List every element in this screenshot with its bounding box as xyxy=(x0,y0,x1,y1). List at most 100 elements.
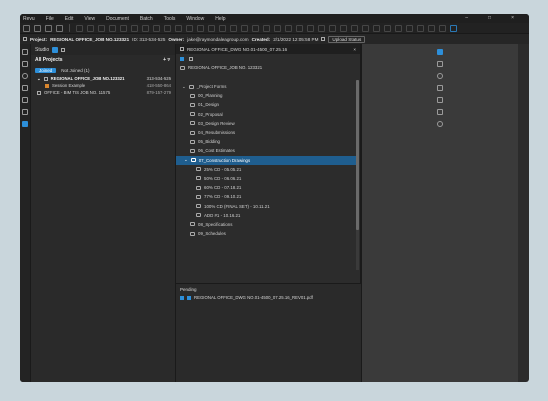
search-icon[interactable] xyxy=(321,37,326,41)
pending-file[interactable]: REGIONAL OFFICE_DWG NO.01-4500_07.25.16_… xyxy=(176,295,361,300)
settings-icon[interactable] xyxy=(22,73,28,79)
close-tab-icon[interactable]: × xyxy=(353,47,356,52)
overlay-icon[interactable] xyxy=(307,24,314,32)
split-icon[interactable] xyxy=(417,24,424,32)
layers-panel-icon[interactable] xyxy=(437,85,443,91)
project-row[interactable]: OFFICE - BIM TIS JOB NO. 11575 879-157-2… xyxy=(31,89,175,96)
tree-folder[interactable]: 08_Specifications xyxy=(176,220,356,229)
studio-sync-icon[interactable] xyxy=(450,24,457,32)
measurements-icon[interactable] xyxy=(437,97,443,103)
project-row[interactable]: ⌄ REGIONAL OFFICE_JOB NO.123321 313-534-… xyxy=(31,75,175,82)
scrollbar-thumb[interactable] xyxy=(356,80,359,230)
menu-revu[interactable]: Revu xyxy=(23,16,35,22)
menu-batch[interactable]: Batch xyxy=(140,16,153,22)
new-document-icon[interactable] xyxy=(23,24,30,32)
tree-folder[interactable]: 04_Resubmissions xyxy=(176,128,356,137)
tree-folder[interactable]: 25% CD - 05.05.21 xyxy=(176,165,356,174)
tool-chest-icon[interactable] xyxy=(22,97,28,103)
stamp-icon[interactable] xyxy=(230,24,237,32)
expand-chevron-icon[interactable]: ⌄ xyxy=(182,84,186,90)
snapshot-icon[interactable] xyxy=(131,24,138,32)
list-view-icon[interactable] xyxy=(189,56,193,61)
eraser-icon[interactable] xyxy=(274,24,281,32)
studio-gear-icon[interactable] xyxy=(437,49,443,55)
sign-icon[interactable] xyxy=(340,24,347,32)
file-access-icon[interactable] xyxy=(22,85,28,91)
tree-folder[interactable]: 60% CD - 07.18.21 xyxy=(176,183,356,192)
flatten-icon[interactable] xyxy=(351,24,358,32)
menu-help[interactable]: Help xyxy=(215,16,225,22)
tab-joined[interactable]: Joined xyxy=(35,67,57,73)
doc-tab[interactable]: REGIONAL OFFICE_DWG NO.01-4500_07.25.16 … xyxy=(176,44,360,54)
studio-sessions-icon[interactable] xyxy=(61,47,66,52)
search-panel-icon[interactable] xyxy=(437,121,443,127)
undo-icon[interactable] xyxy=(76,24,83,32)
markups-list-icon[interactable] xyxy=(437,61,443,67)
text-icon[interactable] xyxy=(142,24,149,32)
tree-folder[interactable]: 06_Cost Estimates xyxy=(176,146,356,155)
combine-icon[interactable] xyxy=(428,24,435,32)
tree-folder[interactable]: 100% CD (FINAL SET) - 10.11.21 xyxy=(176,201,356,210)
callout-icon[interactable] xyxy=(219,24,226,32)
cloud-icon[interactable] xyxy=(208,24,215,32)
tree-folder[interactable]: 05_Bidding xyxy=(176,137,356,146)
ocr-icon[interactable] xyxy=(362,24,369,32)
minimize-button[interactable]: – xyxy=(465,15,468,21)
measure-icon[interactable] xyxy=(241,24,248,32)
menu-edit[interactable]: Edit xyxy=(65,16,74,22)
bookmarks-icon[interactable] xyxy=(22,61,28,67)
tree-scrollbar[interactable] xyxy=(356,80,359,270)
user-icon[interactable] xyxy=(437,73,443,79)
properties-icon[interactable] xyxy=(22,109,28,115)
crop-icon[interactable] xyxy=(373,24,380,32)
upload-icon[interactable] xyxy=(180,295,184,300)
bookmark-icon[interactable] xyxy=(439,24,446,32)
menu-document[interactable]: Document xyxy=(106,16,129,22)
pen-icon[interactable] xyxy=(164,24,171,32)
select-icon[interactable] xyxy=(98,24,105,32)
expand-chevron-icon[interactable]: ⌄ xyxy=(37,76,41,82)
line-icon[interactable] xyxy=(175,24,182,32)
zoom-icon[interactable] xyxy=(120,24,127,32)
redo-icon[interactable] xyxy=(87,24,94,32)
print-icon[interactable] xyxy=(56,24,63,32)
tree-folder[interactable]: 50% CD - 06.06.21 xyxy=(176,174,356,183)
add-filter-icons[interactable]: + ▿ xyxy=(163,57,170,63)
project-row[interactable]: Session Example 418-550-864 xyxy=(31,82,175,89)
compare-icon[interactable] xyxy=(296,24,303,32)
ellipse-icon[interactable] xyxy=(197,24,204,32)
tree-folder[interactable]: 77% CD - 09.10.21 xyxy=(176,192,356,201)
insert-icon[interactable] xyxy=(395,24,402,32)
studio-panel-icon[interactable] xyxy=(22,121,28,127)
links-icon[interactable] xyxy=(437,109,443,115)
folder-view-icon[interactable] xyxy=(180,56,184,61)
tree-folder[interactable]: 02_Proposal xyxy=(176,110,356,119)
tree-folder[interactable]: ADD #1 - 10.16.21 xyxy=(176,211,356,220)
open-icon[interactable] xyxy=(34,24,41,32)
rotate-icon[interactable] xyxy=(384,24,391,32)
menu-tools[interactable]: Tools xyxy=(164,16,176,22)
pan-icon[interactable] xyxy=(109,24,116,32)
rectangle-icon[interactable] xyxy=(186,24,193,32)
layers-icon[interactable] xyxy=(318,24,325,32)
tree-folder[interactable]: 03_Design Review xyxy=(176,119,356,128)
markup-list-icon[interactable] xyxy=(329,24,336,32)
tree-folder-selected[interactable]: ⌄ 07_Construction Drawings xyxy=(176,155,356,165)
area-icon[interactable] xyxy=(252,24,259,32)
extract-icon[interactable] xyxy=(406,24,413,32)
maximize-button[interactable]: □ xyxy=(488,15,491,21)
tree-folder[interactable]: 00_Planning xyxy=(176,91,356,100)
expand-chevron-icon[interactable]: ⌄ xyxy=(184,157,188,163)
menu-file[interactable]: File xyxy=(46,16,54,22)
root-path[interactable]: REGIONAL OFFICE_JOB NO. 123321 xyxy=(176,63,360,72)
tree-folder[interactable]: 01_Design xyxy=(176,100,356,109)
thumbnails-icon[interactable] xyxy=(22,49,28,55)
upload-status-dropdown[interactable]: Upload Status xyxy=(328,35,366,43)
menu-view[interactable]: View xyxy=(84,16,95,22)
studio-projects-icon[interactable] xyxy=(52,46,59,53)
highlight-icon[interactable] xyxy=(153,24,160,32)
close-window-button[interactable]: × xyxy=(511,15,514,21)
save-icon[interactable] xyxy=(45,24,52,32)
tree-folder[interactable]: ⌄ _Project Forms xyxy=(176,82,356,91)
tree-folder[interactable]: 09_Schedules xyxy=(176,229,356,238)
